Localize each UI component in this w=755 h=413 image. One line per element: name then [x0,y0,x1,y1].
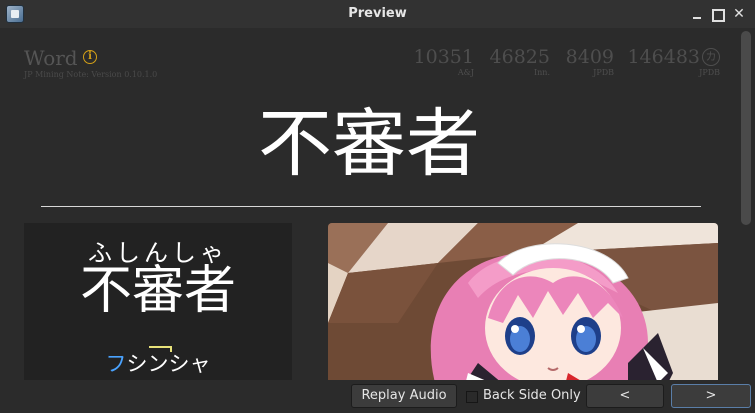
window-title: Preview [348,6,407,21]
katakana-accent: フ [105,352,127,376]
katakana-rest: シンシャ [126,352,211,376]
next-button[interactable]: > [671,384,751,408]
back-side-only-checkbox[interactable] [466,391,478,403]
reading-panel: ふしんしゃ 不審者 フシンシャ [24,223,292,380]
scrollbar-thumb[interactable] [741,31,751,225]
frequency-value: 46825 [489,46,550,68]
title-bar: Preview ✕ [0,0,755,28]
frequency-source: JPDB [593,68,614,77]
frequency-aj: 10351 A&J [410,46,474,77]
frequency-source: JPDB [699,68,720,77]
back-side-only-label[interactable]: Back Side Only [483,388,581,403]
card-image [328,223,718,380]
frequency-inn: 46825 Inn. [484,46,550,77]
frequency-jpdb: 8409 JPDB [556,46,614,77]
divider [41,206,701,207]
close-icon[interactable]: ✕ [732,7,746,21]
card-preview: Word i JP Mining Note: Version 0.10.1.0 … [0,28,738,380]
minimize-icon[interactable] [690,7,704,21]
maximize-icon[interactable] [710,7,725,22]
info-icon[interactable]: i [83,50,97,64]
frequency-value: 8409 [565,46,614,68]
anime-illustration [328,223,718,380]
replay-audio-button[interactable]: Replay Audio [351,384,457,408]
katakana-reading: フシンシャ [24,348,292,378]
frequency-source: Inn. [533,68,550,77]
kana-badge-icon: カ [702,48,720,66]
previous-button[interactable]: < [586,384,664,408]
frequency-source: A&J [457,68,474,77]
note-version: JP Mining Note: Version 0.10.1.0 [24,70,158,79]
bottom-toolbar: Replay Audio Back Side Only < > [0,380,755,413]
headword: 不審者 [258,101,480,187]
frequency-value: 10351 [413,46,474,68]
reading-word: 不審者 [79,261,236,321]
vertical-scrollbar[interactable] [738,28,755,380]
word-label: Word [24,46,78,70]
